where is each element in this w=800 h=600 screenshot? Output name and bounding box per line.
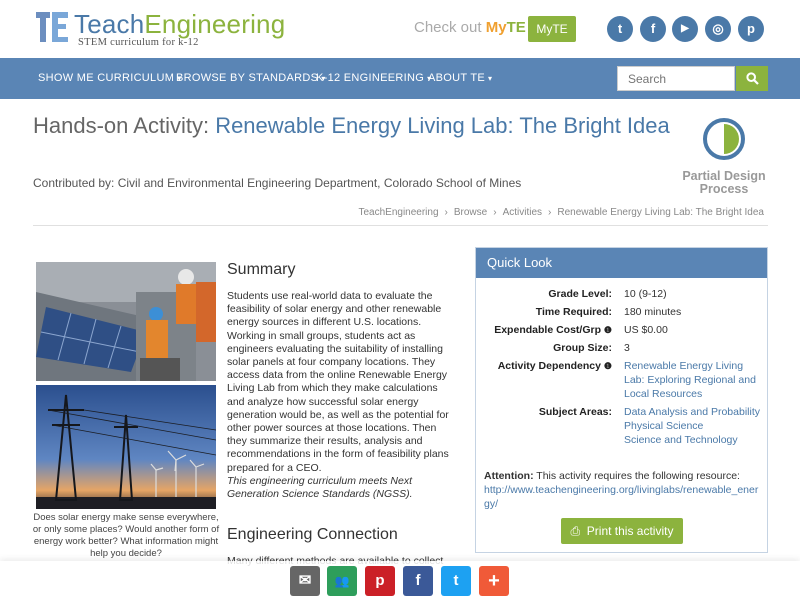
- image-caption: Does solar energy make sense everywhere,…: [32, 512, 220, 559]
- activity-dependency-link[interactable]: Renewable Energy Living Lab: Exploring R…: [624, 359, 762, 401]
- twitter-icon[interactable]: t: [607, 16, 633, 42]
- page-title: Hands-on Activity: Renewable Energy Livi…: [33, 113, 670, 138]
- subject-link[interactable]: Data Analysis and Probability: [624, 406, 760, 418]
- search-input[interactable]: [617, 66, 735, 91]
- youtube-icon[interactable]: ▶: [672, 16, 698, 42]
- breadcrumb-browse[interactable]: Browse: [454, 207, 487, 218]
- google-classroom-icon[interactable]: 👥: [327, 566, 357, 596]
- top-header: TeachEngineering STEM curriculum for k-1…: [0, 0, 800, 58]
- living-lab-link[interactable]: http://www.teachengineering.org/livingla…: [484, 484, 758, 510]
- summary-text: Students use real-world data to evaluate…: [227, 290, 449, 501]
- twitter-share-icon[interactable]: t: [441, 566, 471, 596]
- pinterest-icon[interactable]: p: [738, 16, 764, 42]
- print-activity-button[interactable]: ⎙ Print this activity: [561, 518, 683, 544]
- breadcrumb-current: Renewable Energy Living Lab: The Bright …: [557, 207, 764, 218]
- subject-areas-list: Data Analysis and Probability Physical S…: [624, 405, 762, 447]
- checkout-myte-text: Check out MyTE: [414, 19, 526, 36]
- summary-heading: Summary: [227, 261, 296, 278]
- power-lines-wind-turbines-photo[interactable]: [36, 385, 216, 509]
- nav-about-te[interactable]: ABOUT TE ▾: [428, 58, 492, 99]
- partial-design-process-icon: [703, 118, 745, 160]
- contributed-by: Contributed by: Civil and Environmental …: [33, 176, 522, 190]
- nav-k12-engineering[interactable]: K-12 ENGINEERING ▾: [316, 58, 431, 99]
- myte-button[interactable]: MyTE: [528, 16, 576, 42]
- nav-browse-by-standards[interactable]: BROWSE BY STANDARDS ▾: [176, 58, 326, 99]
- quick-look-heading: Quick Look: [476, 248, 767, 278]
- email-icon[interactable]: ✉: [290, 566, 320, 596]
- attention-note: Attention: This activity requires the fo…: [484, 470, 759, 510]
- solar-panel-installation-photo[interactable]: [36, 262, 216, 381]
- partial-design-process-label: Partial Design Process: [682, 169, 766, 196]
- breadcrumb: TeachEngineering › Browse › Activities › Renew…: [358, 207, 764, 218]
- pinterest-share-icon[interactable]: p: [365, 566, 395, 596]
- facebook-icon[interactable]: f: [640, 16, 666, 42]
- chevron-down-icon: ▾: [488, 74, 493, 83]
- info-icon[interactable]: ❶: [604, 325, 612, 335]
- search-icon: [745, 72, 759, 85]
- breadcrumb-activities[interactable]: Activities: [503, 207, 542, 218]
- nav-show-me-curriculum[interactable]: SHOW ME CURRICULUM ▾: [38, 58, 182, 99]
- breadcrumb-teachengineering[interactable]: TeachEngineering: [358, 207, 438, 218]
- subject-link[interactable]: Science and Technology: [624, 434, 738, 446]
- logo-tagline: STEM curriculum for k-12: [78, 37, 199, 48]
- more-share-icon[interactable]: +: [479, 566, 509, 596]
- engineering-connection-heading: Engineering Connection: [227, 526, 398, 543]
- search-button[interactable]: [736, 66, 768, 91]
- instagram-icon[interactable]: ◎: [705, 16, 731, 42]
- te-logo-mark-icon: [36, 10, 70, 44]
- subject-link[interactable]: Physical Science: [624, 420, 703, 432]
- logo-wordmark: TeachEngineering: [74, 9, 286, 39]
- divider: [33, 225, 768, 226]
- print-icon: ⎙: [570, 524, 581, 538]
- quick-look-panel: Quick Look Grade Level: 10 (9-12) Time Re…: [475, 247, 768, 553]
- info-icon[interactable]: ❶: [604, 361, 612, 371]
- ngss-note: This engineering curriculum meets Next G…: [227, 474, 413, 501]
- share-bar: [0, 561, 800, 600]
- facebook-share-icon[interactable]: f: [403, 566, 433, 596]
